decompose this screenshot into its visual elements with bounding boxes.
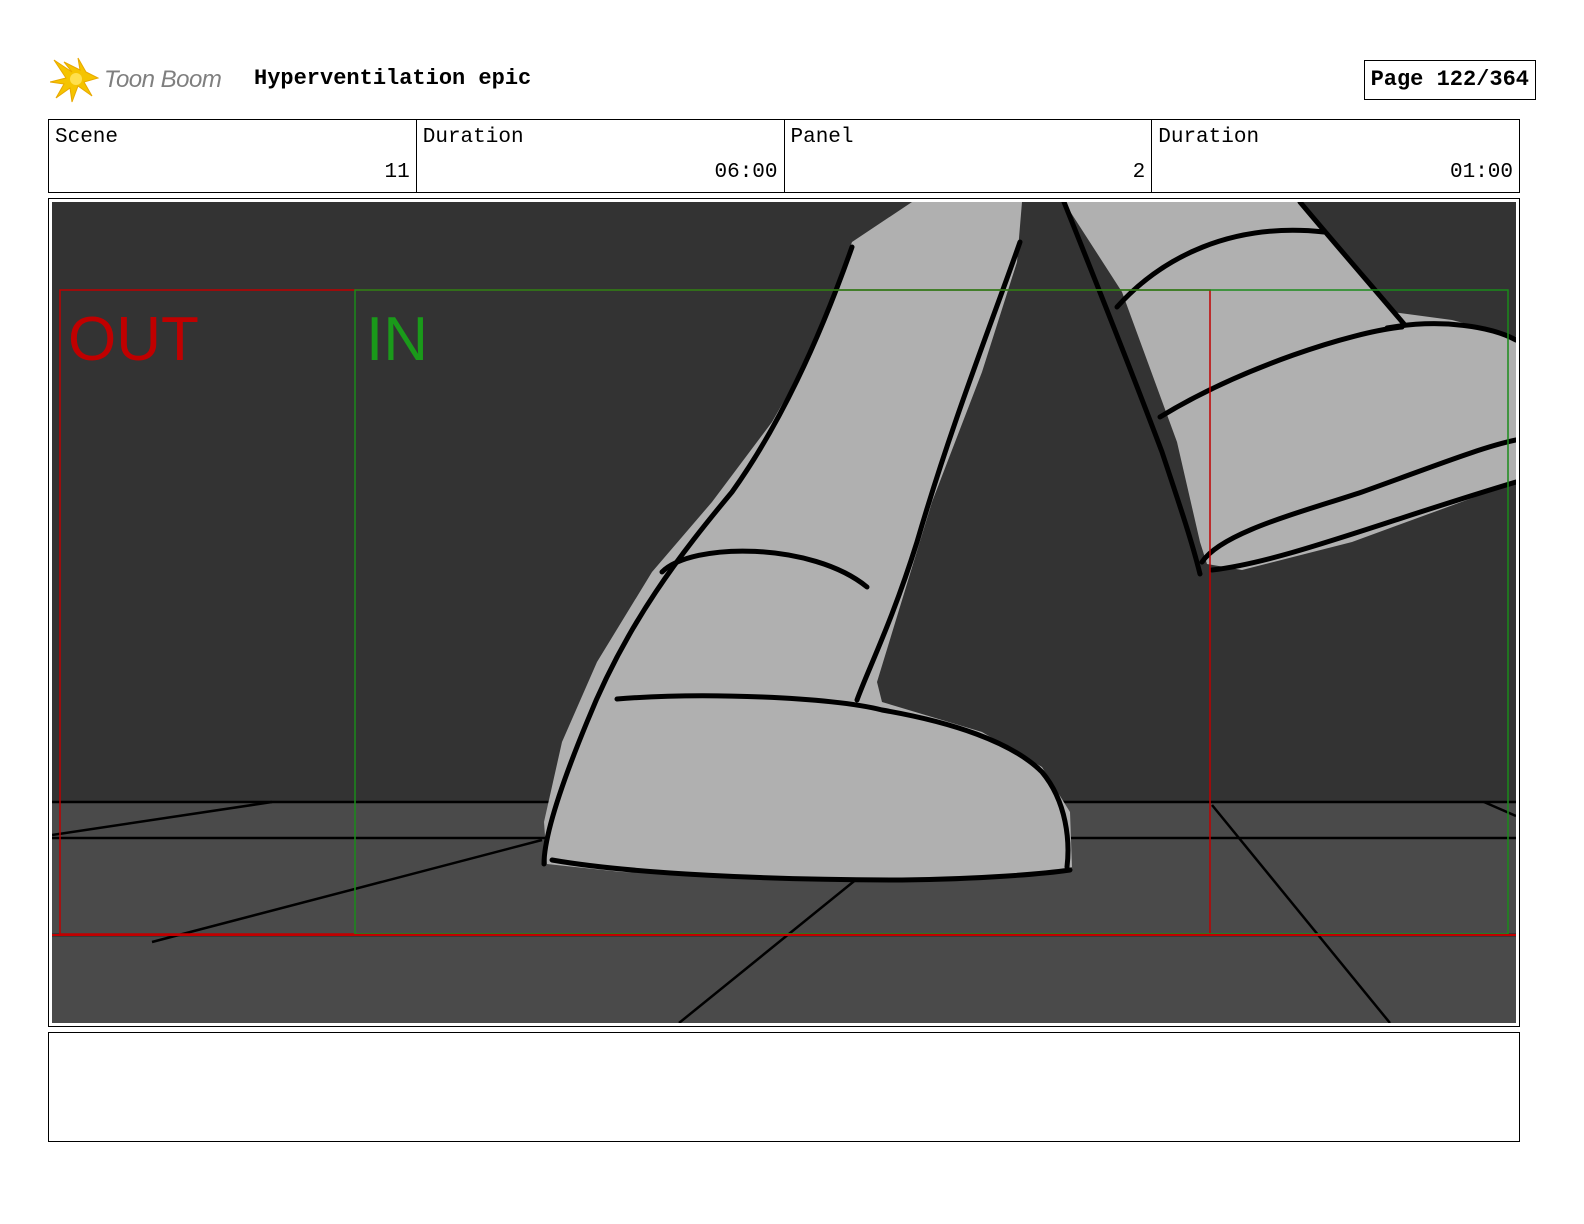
panel-duration-value: 01:00 xyxy=(1449,161,1513,184)
scene-duration-cell: Duration 06:00 xyxy=(417,120,785,192)
toon-boom-logo: Toon Boom xyxy=(50,56,222,104)
project-title: Hyperventilation epic xyxy=(254,66,532,91)
scene-duration-label: Duration xyxy=(422,126,524,149)
scene-label: Scene xyxy=(55,126,119,149)
panel-duration-cell: Duration 01:00 xyxy=(1152,120,1519,192)
scene-duration-value: 06:00 xyxy=(714,161,778,184)
storyboard-drawing: OUT IN xyxy=(52,202,1516,1023)
logo-text: Toon Boom xyxy=(104,66,222,93)
panel-duration-label: Duration xyxy=(1158,126,1260,149)
notes-box xyxy=(48,1032,1520,1142)
scene-value: 11 xyxy=(384,161,410,184)
in-label: IN xyxy=(366,305,428,374)
panel-label: Panel xyxy=(790,126,854,149)
scene-info-row: Scene 11 Duration 06:00 Panel 2 Duration… xyxy=(48,119,1520,193)
page-number: Page 122/364 xyxy=(1363,60,1536,100)
scene-cell: Scene 11 xyxy=(49,120,417,192)
starburst-icon xyxy=(50,57,100,103)
panel-cell: Panel 2 xyxy=(785,120,1153,192)
out-label: OUT xyxy=(68,305,199,374)
storyboard-panel-frame: OUT IN xyxy=(48,198,1520,1027)
panel-value: 2 xyxy=(1132,161,1146,184)
page-header: Toon Boom Hyperventilation epic Page 122… xyxy=(50,52,1536,108)
